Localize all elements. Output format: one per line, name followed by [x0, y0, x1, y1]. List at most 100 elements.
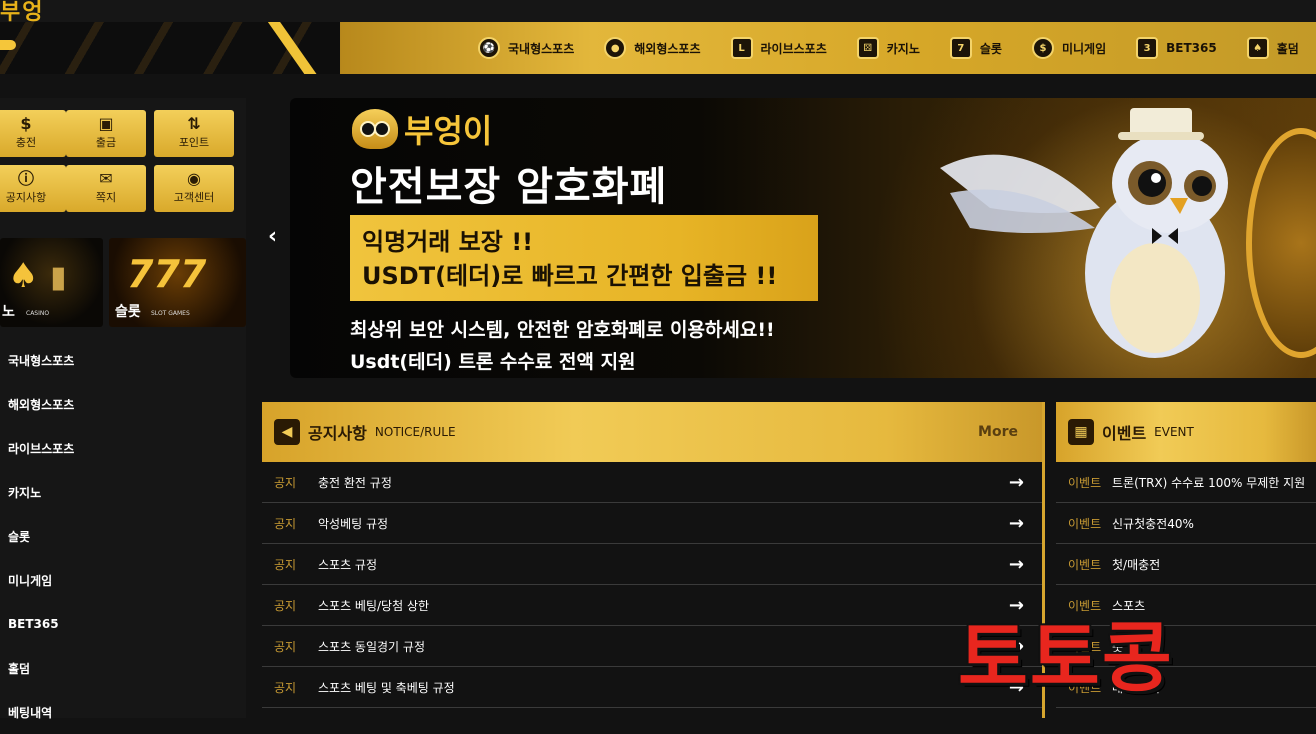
sidebar-item-bet365[interactable]: BET365: [0, 602, 246, 646]
basketball-icon: ●: [604, 37, 627, 59]
casino-promo-sub: CASINO: [26, 310, 50, 317]
notice-tag: 공지: [274, 680, 297, 695]
notice-text: 스포츠 베팅/당첨 상한: [318, 598, 430, 613]
banner-prev-button[interactable]: ‹: [268, 224, 277, 249]
megaphone-icon: ◀: [274, 419, 300, 445]
slot-promo-label: 슬롯: [115, 304, 141, 320]
point-button[interactable]: ⇅ 포인트: [154, 110, 234, 157]
nav-item-bet365[interactable]: 3 BET365: [1136, 37, 1217, 59]
nav-item-live-sports[interactable]: L 라이브스포츠: [730, 37, 827, 59]
notice-tag: 공지: [274, 557, 297, 572]
owl-mascot-image: [940, 108, 1228, 358]
deposit-label: 충전: [15, 136, 37, 149]
support-label: 고객센터: [173, 191, 215, 204]
nav-item-foreign-sports[interactable]: ● 해외형스포츠: [604, 37, 701, 59]
notice-text: 스포츠 동일경기 규정: [318, 639, 425, 654]
banner-line1: 최상위 보안 시스템, 안전한 암호화폐로 이용하세요!!: [350, 319, 775, 341]
watermark-text: 토토콩: [958, 613, 1174, 702]
notice-text: 충전 환전 규정: [318, 475, 392, 490]
navbar-decoration: [0, 22, 340, 74]
event-tag: 이벤트: [1068, 475, 1102, 490]
slot-machine-icon: 7: [949, 37, 972, 59]
sidebar-menu: 국내형스포츠 해외형스포츠 라이브스포츠 카지노 슬롯 미니게임 BET365 …: [0, 338, 246, 734]
sidebar: $ 충전 ▣ 출금 ⇅ 포인트 ⓘ 공지사항 ✉ 쪽지 ◉ 고객센터 ♠ ▮ 노 CASIN…: [0, 98, 246, 720]
notice-tag: 공지: [274, 598, 297, 613]
owl-logo-icon: [352, 109, 398, 149]
sidebar-item-foreign-sports[interactable]: 해외형스포츠: [0, 382, 246, 426]
notice-button[interactable]: ⓘ 공지사항: [0, 165, 66, 212]
notice-row[interactable]: 공지 스포츠 베팅 및 축베팅 규정 →: [262, 667, 1042, 708]
nav-label: 국내형스포츠: [508, 41, 575, 56]
nav-item-casino[interactable]: ⚄ 카지노: [856, 37, 920, 59]
notice-title: 공지사항: [308, 424, 367, 443]
nav-label: BET365: [1166, 41, 1217, 55]
notice-row[interactable]: 공지 악성베팅 규정 →: [262, 503, 1042, 544]
sidebar-item-casino[interactable]: 카지노: [0, 470, 246, 514]
banner-brand: 부엉이: [352, 106, 492, 152]
notice-row[interactable]: 공지 충전 환전 규정 →: [262, 462, 1042, 503]
event-text: 신규첫충전40%: [1112, 516, 1194, 531]
site-logo-fragment[interactable]: 부엉: [0, 0, 44, 22]
hero-banner[interactable]: 부엉이 안전보장 암호화폐 익명거래 보장 !! USDT(테더)로 빠르고 간…: [290, 98, 1316, 378]
nav-item-holdem[interactable]: ♠ 홀덤: [1246, 37, 1299, 59]
message-button[interactable]: ✉ 쪽지: [66, 165, 146, 212]
event-text: 트론(TRX) 수수료 100% 무제한 지원: [1112, 475, 1306, 490]
cards-icon: ▮: [50, 260, 67, 295]
notice-list: 공지 충전 환전 규정 → 공지 악성베팅 규정 → 공지 스포츠 규정 → 공지 스포츠 베…: [262, 462, 1042, 708]
nav-label: 슬롯: [979, 41, 1002, 56]
notice-text: 스포츠 규정: [318, 557, 378, 572]
dice-icon: ⚄: [856, 37, 879, 59]
notice-row[interactable]: 공지 스포츠 규정 →: [262, 544, 1042, 585]
coin-icon: $: [1031, 37, 1054, 59]
spade-icon: ♠: [8, 256, 39, 296]
notice-more-link[interactable]: More: [978, 424, 1018, 440]
notice-subtitle: NOTICE/RULE: [374, 425, 456, 439]
event-row[interactable]: 이벤트 신규첫충전40%: [1056, 503, 1316, 544]
casino-promo-label: 노: [2, 304, 15, 320]
event-panel-header: ▦ 이벤트 EVENT: [1056, 402, 1316, 462]
support-button[interactable]: ◉ 고객센터: [154, 165, 234, 212]
sidebar-item-holdem[interactable]: 홀덤: [0, 646, 246, 690]
nav-item-domestic-sports[interactable]: ⚽ 국내형스포츠: [478, 37, 574, 59]
arrow-right-icon: →: [1008, 553, 1024, 575]
banner-brand-name: 부엉이: [404, 112, 493, 150]
notice-panel-header: ◀ 공지사항 NOTICE/RULE More: [262, 402, 1042, 462]
notice-row[interactable]: 공지 스포츠 동일경기 규정 →: [262, 626, 1042, 667]
nav-label: 미니게임: [1061, 41, 1107, 56]
envelope-icon: ✉: [99, 169, 113, 188]
event-tag: 이벤트: [1068, 557, 1102, 572]
event-row[interactable]: 이벤트 첫/매충전: [1056, 544, 1316, 585]
slot-promo[interactable]: 777 슬롯 SLOT GAMES: [109, 238, 246, 327]
top-strip: 부엉: [0, 0, 1316, 22]
notice-row[interactable]: 공지 스포츠 베팅/당첨 상한 →: [262, 585, 1042, 626]
sidebar-item-slot[interactable]: 슬롯: [0, 514, 246, 558]
sidebar-item-domestic-sports[interactable]: 국내형스포츠: [0, 338, 246, 382]
nav-menu: ⚽ 국내형스포츠 ● 해외형스포츠 L 라이브스포츠 ⚄ 카지노 7 슬롯 $ 미니게임 3…: [478, 22, 1316, 74]
event-subtitle: EVENT: [1154, 425, 1194, 439]
banner-line2: Usdt(테더) 트론 수수료 전액 지원: [350, 351, 636, 373]
nav-label: 홀덤: [1276, 41, 1299, 56]
info-icon: ⓘ: [17, 169, 34, 188]
event-row[interactable]: 이벤트 트론(TRX) 수수료 100% 무제한 지원: [1056, 462, 1316, 503]
withdraw-button[interactable]: ▣ 출금: [66, 110, 146, 157]
withdraw-label: 출금: [95, 136, 117, 149]
notice-tag: 공지: [274, 639, 297, 654]
deposit-button[interactable]: $ 충전: [0, 110, 66, 157]
notice-text: 악성베팅 규정: [318, 516, 389, 531]
banner-headline: 안전보장 암호화폐: [350, 164, 668, 210]
nav-item-slot[interactable]: 7 슬롯: [949, 37, 1002, 59]
nav-label: 해외형스포츠: [634, 41, 701, 56]
nav-label: 카지노: [886, 41, 920, 56]
live-icon: L: [730, 37, 753, 59]
arrow-right-icon: →: [1008, 471, 1024, 493]
nav-label: 라이브스포츠: [760, 41, 827, 56]
notice-label: 공지사항: [5, 191, 47, 204]
exchange-icon: ⇅: [187, 114, 201, 133]
sidebar-item-bet-history[interactable]: 베팅내역: [0, 690, 246, 734]
sidebar-item-minigame[interactable]: 미니게임: [0, 558, 246, 602]
casino-promo[interactable]: ♠ ▮ 노 CASINO: [0, 238, 103, 327]
nav-item-minigame[interactable]: $ 미니게임: [1031, 37, 1107, 59]
slot-promo-sub: SLOT GAMES: [151, 310, 190, 317]
slot-promo-777: 777: [127, 252, 207, 296]
sidebar-item-live-sports[interactable]: 라이브스포츠: [0, 426, 246, 470]
